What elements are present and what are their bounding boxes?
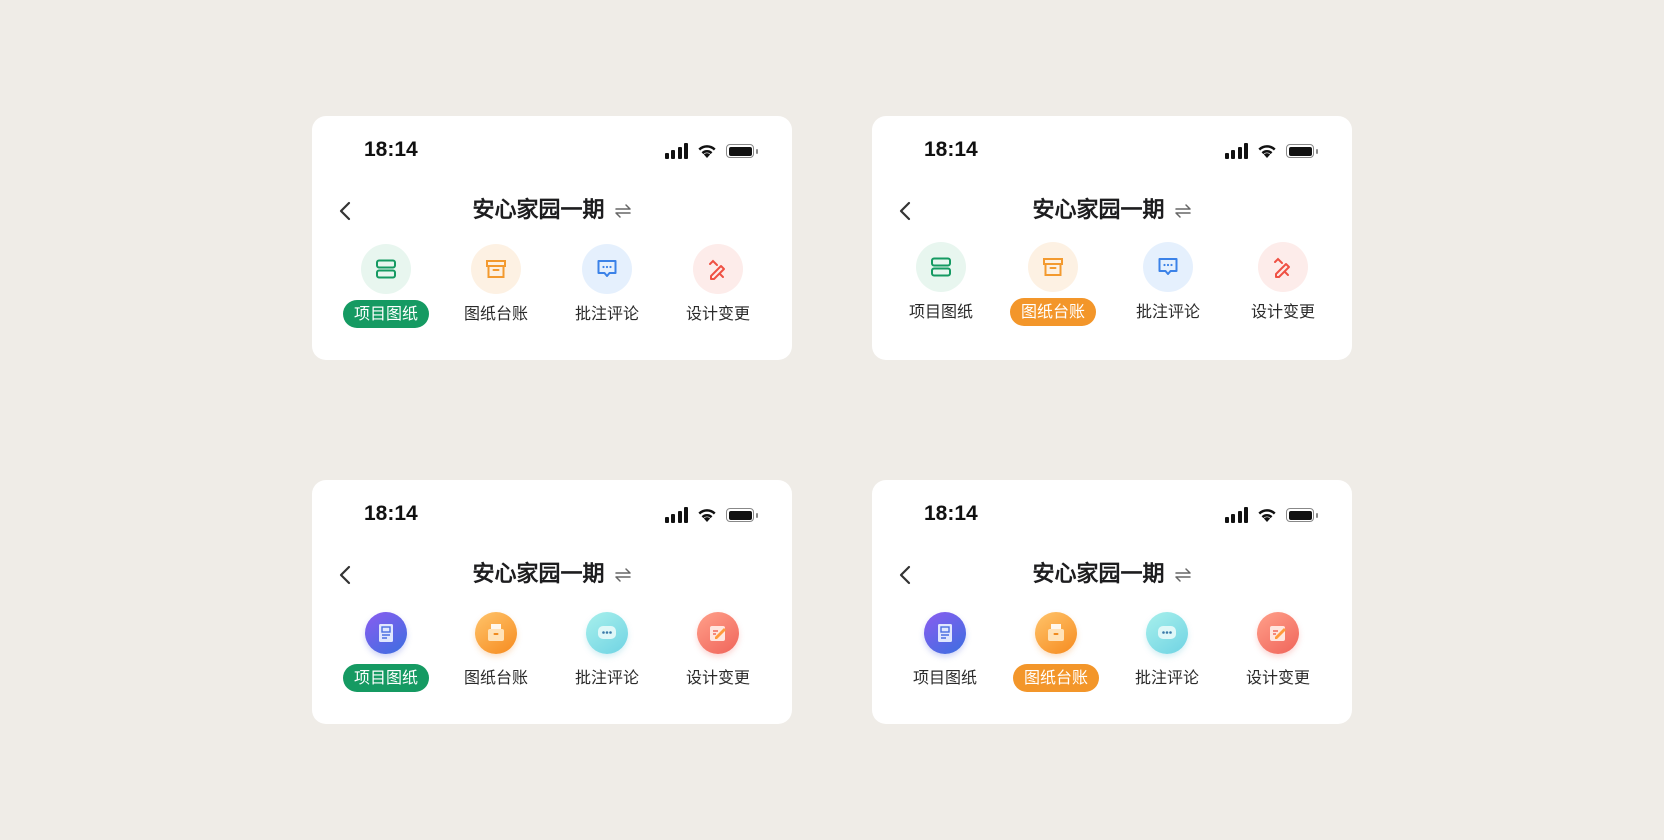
cellular-signal-icon <box>1224 143 1248 159</box>
status-time: 18:14 <box>924 138 978 161</box>
menu-label: 图纸台账 <box>1012 664 1099 692</box>
archive-box-icon <box>1048 624 1064 641</box>
drawings-icon <box>376 259 396 279</box>
phone-card-4: 18:14 安心家园一期 项目图纸 图纸台账 批注评论 设计变更 <box>872 480 1352 724</box>
menu-item-annotations[interactable]: 批注评论 <box>552 608 662 692</box>
menu-item-annotations[interactable]: 批注评论 <box>1112 608 1222 692</box>
project-title[interactable]: 安心家园一期 <box>472 558 604 592</box>
wifi-icon <box>1258 145 1276 158</box>
menu-item-design-changes[interactable]: 设计变更 <box>663 608 773 692</box>
menu-label: 批注评论 <box>574 304 639 323</box>
menu-label: 项目图纸 <box>342 664 429 692</box>
menu-label: 设计变更 <box>685 304 750 323</box>
project-title[interactable]: 安心家园一期 <box>472 194 604 228</box>
edit-pencil-icon <box>710 626 726 641</box>
comment-icon <box>598 626 616 639</box>
comment-icon <box>1158 258 1178 275</box>
switch-arrows-icon[interactable] <box>1174 203 1192 219</box>
phone-card-2: 18:14 安心家园一期 项目图纸 图纸台账 批注评论 设计变更 <box>872 116 1352 360</box>
menu-label: 图纸台账 <box>463 304 528 323</box>
menu-label: 项目图纸 <box>908 302 973 321</box>
status-icons <box>1224 505 1318 525</box>
menu-item-project-drawings[interactable]: 项目图纸 <box>331 608 441 692</box>
battery-icon <box>1286 508 1318 522</box>
switch-arrows-icon[interactable] <box>614 567 632 583</box>
project-title[interactable]: 安心家园一期 <box>1032 194 1164 228</box>
menu-item-project-drawings[interactable]: 项目图纸 <box>331 244 441 328</box>
drawings-icon <box>938 624 952 642</box>
menu-label: 批注评论 <box>574 668 639 687</box>
phone-card-3: 18:14 安心家园一期 项目图纸 图纸台账 批注评论 设计变更 <box>312 480 792 724</box>
comment-icon <box>597 260 617 277</box>
menu-item-design-changes[interactable]: 设计变更 <box>1223 608 1333 692</box>
switch-arrows-icon[interactable] <box>1174 567 1192 583</box>
menu-item-drawing-ledger[interactable]: 图纸台账 <box>998 242 1108 326</box>
menu-label: 设计变更 <box>685 668 750 687</box>
edit-pencil-icon <box>1274 257 1290 278</box>
menu-label: 项目图纸 <box>342 300 429 328</box>
phone-card-1: 18:14 安心家园一期 项目图纸 图纸台账 批注评论 设计变更 <box>312 116 792 360</box>
menu-item-design-changes[interactable]: 设计变更 <box>663 244 773 328</box>
status-time: 18:14 <box>364 138 418 161</box>
battery-icon <box>1286 144 1318 158</box>
status-icons <box>1224 141 1318 161</box>
menu-label: 项目图纸 <box>912 668 977 687</box>
menu-label: 设计变更 <box>1245 668 1310 687</box>
cellular-signal-icon <box>664 507 688 523</box>
battery-icon <box>726 144 758 158</box>
menu-item-project-drawings[interactable]: 项目图纸 <box>890 608 1000 692</box>
switch-arrows-icon[interactable] <box>614 203 632 219</box>
menu-item-drawing-ledger[interactable]: 图纸台账 <box>441 244 551 328</box>
menu-label: 图纸台账 <box>1009 298 1096 326</box>
status-time: 18:14 <box>924 502 978 525</box>
wifi-icon <box>698 509 716 522</box>
menu-label: 图纸台账 <box>463 668 528 687</box>
status-time: 18:14 <box>364 502 418 525</box>
cellular-signal-icon <box>1224 507 1248 523</box>
battery-icon <box>726 508 758 522</box>
menu-label: 批注评论 <box>1134 668 1199 687</box>
menu-label: 设计变更 <box>1250 302 1315 321</box>
menu-label: 批注评论 <box>1135 302 1200 321</box>
menu-item-drawing-ledger[interactable]: 图纸台账 <box>441 608 551 692</box>
archive-box-icon <box>1043 258 1063 276</box>
drawings-icon <box>379 624 393 642</box>
archive-box-icon <box>488 624 504 641</box>
menu-item-annotations[interactable]: 批注评论 <box>1113 242 1223 326</box>
status-icons <box>664 505 758 525</box>
wifi-icon <box>698 145 716 158</box>
comment-icon <box>1158 626 1176 639</box>
status-icons <box>664 141 758 161</box>
menu-item-annotations[interactable]: 批注评论 <box>552 244 662 328</box>
drawings-icon <box>931 257 951 277</box>
archive-box-icon <box>486 260 506 278</box>
menu-item-design-changes[interactable]: 设计变更 <box>1228 242 1338 326</box>
edit-pencil-icon <box>1270 626 1286 641</box>
menu-item-drawing-ledger[interactable]: 图纸台账 <box>1001 608 1111 692</box>
cellular-signal-icon <box>664 143 688 159</box>
wifi-icon <box>1258 509 1276 522</box>
project-title[interactable]: 安心家园一期 <box>1032 558 1164 592</box>
edit-pencil-icon <box>709 259 725 280</box>
menu-item-project-drawings[interactable]: 项目图纸 <box>886 242 996 326</box>
